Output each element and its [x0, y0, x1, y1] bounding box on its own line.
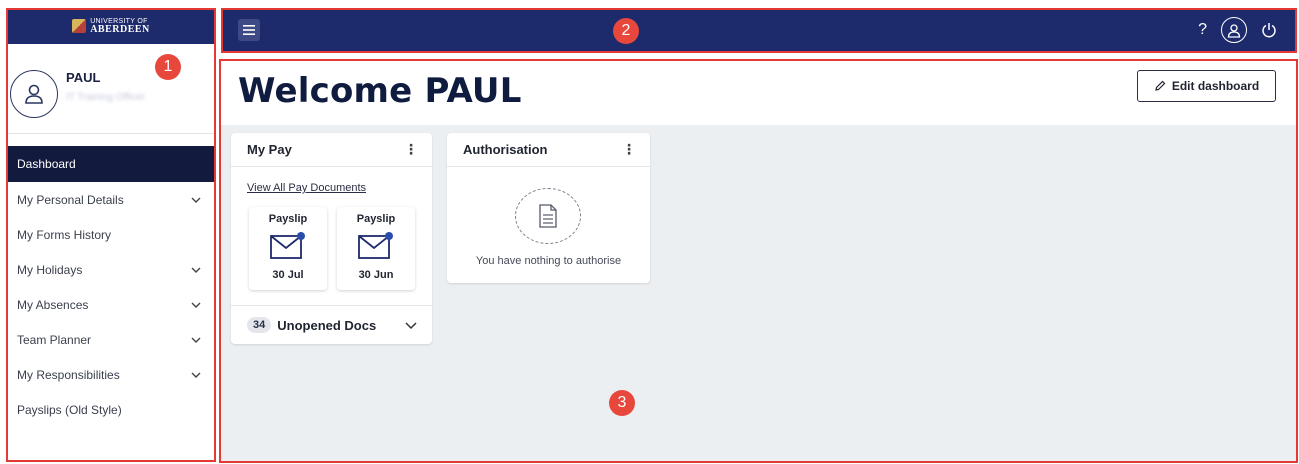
sidebar-item-dashboard[interactable]: Dashboard: [6, 146, 216, 182]
user-name: PAUL: [66, 70, 101, 85]
payslip-tile[interactable]: Payslip 30 Jul: [249, 207, 327, 290]
sidebar-item-holidays[interactable]: My Holidays: [6, 252, 216, 287]
page-title: Welcome PAUL: [238, 71, 522, 111]
sidebar-item-label: My Forms History: [17, 227, 111, 242]
chevron-down-icon: [405, 322, 417, 330]
marker-2: 2: [613, 18, 639, 44]
envelope-icon: [358, 232, 393, 259]
sidebar-item-label: Team Planner: [17, 332, 92, 347]
chevron-down-icon: [191, 302, 201, 308]
crest-icon: [72, 19, 87, 33]
sidebar-item-forms-history[interactable]: My Forms History: [6, 217, 216, 252]
chevron-down-icon: [191, 372, 201, 378]
sidebar-nav: Dashboard My Personal Details My Forms H…: [6, 146, 216, 427]
document-icon: [539, 204, 557, 228]
payslip-title: Payslip: [356, 213, 396, 225]
user-profile: PAUL IT Training Officer: [6, 44, 216, 134]
payslip-date: 30 Jul: [272, 269, 304, 281]
user-menu-button[interactable]: [1221, 17, 1247, 43]
edit-dashboard-button[interactable]: Edit dashboard: [1137, 70, 1276, 102]
card-title: My Pay: [247, 142, 292, 157]
pencil-icon: [1155, 80, 1166, 91]
user-icon: [1227, 23, 1241, 38]
payslip-date: 30 Jun: [358, 269, 394, 281]
user-role: IT Training Officer: [66, 92, 146, 103]
logo-line2: ABERDEEN: [90, 24, 150, 35]
menu-button[interactable]: [238, 19, 260, 41]
sidebar-item-team-planner[interactable]: Team Planner: [6, 322, 216, 357]
chevron-down-icon: [191, 197, 201, 203]
sidebar-item-label: My Holidays: [17, 262, 83, 277]
payslip-title: Payslip: [268, 213, 308, 225]
empty-state-graphic: [515, 188, 581, 244]
sidebar-item-absences[interactable]: My Absences: [6, 287, 216, 322]
sidebar: UNIVERSITY OF ABERDEEN PAUL IT Training …: [6, 8, 216, 462]
chevron-down-icon: [191, 267, 201, 273]
my-pay-card: My Pay ⋮ View All Pay Documents Payslip …: [231, 133, 432, 344]
kebab-menu-icon[interactable]: ⋮: [622, 141, 636, 158]
unopened-docs-toggle[interactable]: 34 Unopened Docs: [231, 305, 432, 344]
user-icon: [25, 84, 43, 104]
marker-1: 1: [155, 54, 181, 80]
envelope-icon: [270, 232, 305, 259]
dashboard-main: Welcome PAUL Edit dashboard My Pay ⋮ Vie…: [219, 59, 1298, 463]
hamburger-icon: [243, 25, 255, 35]
view-all-pay-documents-link[interactable]: View All Pay Documents: [247, 182, 366, 194]
authorisation-card: Authorisation ⋮ You have nothing to auth…: [447, 133, 650, 283]
unopened-docs-label: Unopened Docs: [277, 317, 377, 333]
help-icon[interactable]: ?: [1198, 21, 1207, 39]
sidebar-item-payslips-old[interactable]: Payslips (Old Style): [6, 392, 216, 427]
sidebar-item-label: My Absences: [17, 297, 89, 312]
unopened-count-badge: 34: [247, 317, 272, 333]
sidebar-item-label: Payslips (Old Style): [17, 402, 122, 417]
chevron-down-icon: [191, 337, 201, 343]
dashboard-header: Welcome PAUL Edit dashboard: [221, 61, 1296, 125]
empty-state-message: You have nothing to authorise: [475, 255, 622, 267]
kebab-menu-icon[interactable]: ⋮: [404, 141, 418, 158]
sidebar-item-responsibilities[interactable]: My Responsibilities: [6, 357, 216, 392]
payslip-tile[interactable]: Payslip 30 Jun: [337, 207, 415, 290]
marker-3: 3: [609, 390, 635, 416]
university-logo[interactable]: UNIVERSITY OF ABERDEEN: [6, 8, 216, 44]
sidebar-item-label: My Personal Details: [17, 192, 124, 207]
avatar[interactable]: [10, 70, 58, 118]
sidebar-item-personal-details[interactable]: My Personal Details: [6, 182, 216, 217]
sidebar-item-label: My Responsibilities: [17, 367, 120, 382]
top-bar: ?: [221, 8, 1297, 53]
power-icon[interactable]: [1261, 22, 1277, 38]
edit-dashboard-label: Edit dashboard: [1171, 79, 1260, 93]
card-title: Authorisation: [463, 142, 548, 157]
sidebar-item-label: Dashboard: [17, 157, 76, 171]
